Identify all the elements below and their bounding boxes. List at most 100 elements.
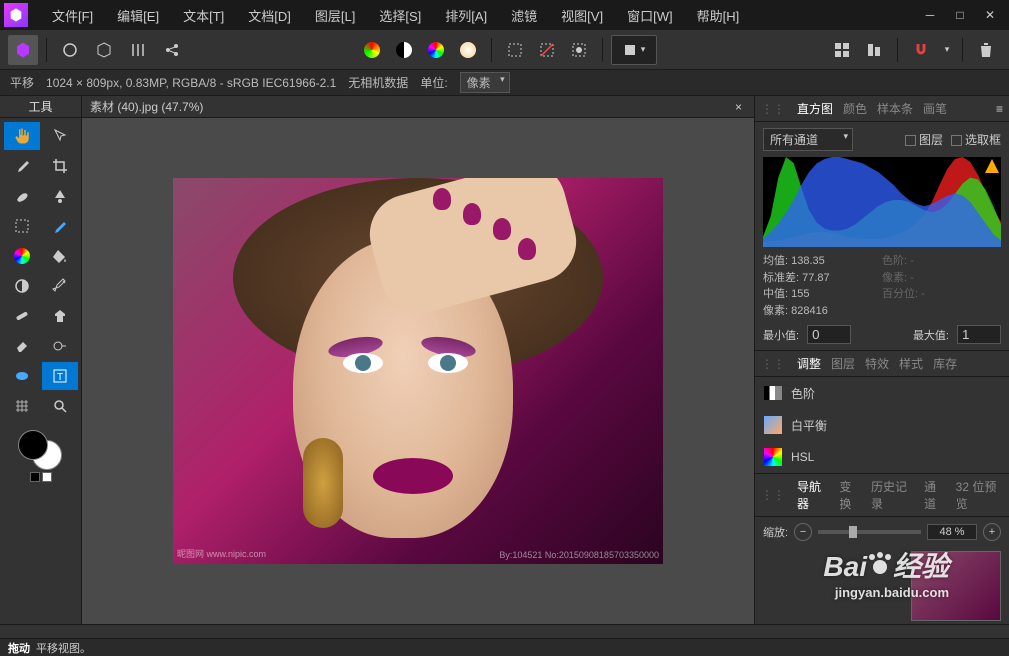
- tab-brushes[interactable]: 画笔: [923, 98, 947, 119]
- svg-text:T: T: [57, 372, 63, 383]
- menu-item-7[interactable]: 滤镜: [499, 6, 549, 25]
- auto-wb-icon[interactable]: [453, 35, 483, 65]
- pen-tool[interactable]: [42, 272, 78, 300]
- heal-tool[interactable]: [4, 302, 40, 330]
- tab-history[interactable]: 历史记录: [871, 476, 914, 514]
- close-button[interactable]: ✕: [983, 8, 997, 22]
- brush-select-tool[interactable]: [4, 182, 40, 210]
- tab-channels[interactable]: 通道: [924, 476, 946, 514]
- image-watermark-right: By:104521 No:20150908185703350000: [499, 550, 659, 560]
- adj-hsl[interactable]: HSL: [755, 441, 1009, 473]
- menu-item-10[interactable]: 帮助[H]: [685, 6, 752, 25]
- min-input[interactable]: [807, 325, 851, 344]
- tab-layers[interactable]: 图层: [831, 353, 855, 374]
- tab-stock[interactable]: 库存: [933, 353, 957, 374]
- foreground-color[interactable]: [18, 430, 48, 460]
- histogram-display: [763, 157, 1001, 247]
- menu-item-9[interactable]: 窗口[W]: [615, 6, 685, 25]
- share-icon[interactable]: [157, 35, 187, 65]
- app-logo: [4, 3, 28, 27]
- auto-color-icon[interactable]: [421, 35, 451, 65]
- align-grid-icon[interactable]: [827, 35, 857, 65]
- close-tab-icon[interactable]: ×: [731, 100, 746, 114]
- adj-levels[interactable]: 色阶: [755, 377, 1009, 409]
- mirror-icon[interactable]: [123, 35, 153, 65]
- zoom-out-button[interactable]: −: [794, 523, 812, 541]
- crop-tool[interactable]: [42, 152, 78, 180]
- shape-tool[interactable]: [4, 362, 40, 390]
- menu-item-0[interactable]: 文件[F]: [40, 6, 105, 25]
- camera-data: 无相机数据: [348, 74, 408, 91]
- tab-adjust[interactable]: 调整: [797, 353, 821, 374]
- right-panels: ⋮⋮ 直方图 颜色 样本条 画笔 ≡ 所有通道 图层 选取框 均值: 138.3…: [754, 96, 1009, 624]
- channel-dropdown[interactable]: 所有通道: [763, 128, 853, 151]
- reset-colors[interactable]: [30, 472, 40, 482]
- mesh-tool[interactable]: [4, 392, 40, 420]
- text-tool[interactable]: T: [42, 362, 78, 390]
- tab-swatches[interactable]: 样本条: [877, 98, 913, 119]
- menu-item-8[interactable]: 视图[V]: [549, 6, 615, 25]
- navigator-thumbnail[interactable]: [911, 551, 1001, 621]
- max-label: 最大值:: [913, 327, 949, 343]
- canvas-viewport[interactable]: 昵图网 www.nipic.com By:104521 No:201509081…: [82, 118, 754, 624]
- paint-tool[interactable]: [42, 212, 78, 240]
- unit-dropdown[interactable]: 像素: [460, 72, 510, 93]
- eyedropper-tool[interactable]: [4, 152, 40, 180]
- selection-checkbox[interactable]: 选取框: [951, 131, 1001, 148]
- menu-item-3[interactable]: 文档[D]: [236, 6, 303, 25]
- auto-contrast-icon[interactable]: [389, 35, 419, 65]
- menu-item-1[interactable]: 编辑[E]: [105, 6, 171, 25]
- menu-item-6[interactable]: 排列[A]: [433, 6, 499, 25]
- color-swatches[interactable]: [0, 424, 81, 488]
- auto-levels-icon[interactable]: [357, 35, 387, 65]
- move-tool[interactable]: [42, 122, 78, 150]
- trash-icon[interactable]: [971, 35, 1001, 65]
- menu-item-5[interactable]: 选择[S]: [367, 6, 433, 25]
- tools-title: 工具: [0, 96, 81, 118]
- persona-photo-icon[interactable]: [8, 35, 38, 65]
- max-input[interactable]: [957, 325, 1001, 344]
- current-tool-label: 平移: [10, 74, 34, 91]
- panel-menu-icon[interactable]: ≡: [996, 102, 1003, 116]
- circle-tool-icon[interactable]: [55, 35, 85, 65]
- marquee-tool[interactable]: [4, 212, 40, 240]
- min-label: 最小值:: [763, 327, 799, 343]
- tab-32bit[interactable]: 32 位预览: [956, 476, 1003, 514]
- layer-checkbox[interactable]: 图层: [905, 131, 943, 148]
- mode-dropdown[interactable]: ▾: [611, 35, 657, 65]
- eraser-tool[interactable]: [4, 332, 40, 360]
- gradient-tool[interactable]: [4, 272, 40, 300]
- clone-tool[interactable]: [42, 302, 78, 330]
- swap-colors[interactable]: [42, 472, 52, 482]
- fill-tool[interactable]: [42, 242, 78, 270]
- minimize-button[interactable]: ─: [923, 8, 937, 22]
- zoom-in-button[interactable]: +: [983, 523, 1001, 541]
- flood-select-tool[interactable]: [42, 182, 78, 210]
- hand-tool[interactable]: [4, 122, 40, 150]
- menu-item-4[interactable]: 图层[L]: [303, 6, 367, 25]
- document-tab[interactable]: 素材 (40).jpg (47.7%) ×: [82, 96, 754, 118]
- maximize-button[interactable]: □: [953, 8, 967, 22]
- quickmask-icon[interactable]: [564, 35, 594, 65]
- horizontal-scrollbar[interactable]: [0, 624, 1009, 638]
- color-replace-tool[interactable]: [4, 242, 40, 270]
- tab-navigator[interactable]: 导航器: [797, 476, 829, 514]
- tab-histogram[interactable]: 直方图: [797, 98, 833, 119]
- tab-styles[interactable]: 样式: [899, 353, 923, 374]
- snap-icon[interactable]: [906, 35, 936, 65]
- zoom-value[interactable]: 48 %: [927, 524, 977, 540]
- tab-fx[interactable]: 特效: [865, 353, 889, 374]
- snap-dropdown-icon[interactable]: ▾: [940, 35, 954, 65]
- selection-hide-icon[interactable]: [532, 35, 562, 65]
- cube-icon[interactable]: [89, 35, 119, 65]
- selection-show-icon[interactable]: [500, 35, 530, 65]
- tab-transform[interactable]: 变换: [839, 476, 861, 514]
- canvas-image: 昵图网 www.nipic.com By:104521 No:201509081…: [173, 178, 663, 564]
- zoom-tool[interactable]: [42, 392, 78, 420]
- zoom-slider[interactable]: [818, 530, 921, 534]
- menu-item-2[interactable]: 文本[T]: [171, 6, 236, 25]
- align-icon[interactable]: [859, 35, 889, 65]
- tab-color[interactable]: 颜色: [843, 98, 867, 119]
- dodge-tool[interactable]: [42, 332, 78, 360]
- adj-white-balance[interactable]: 白平衡: [755, 409, 1009, 441]
